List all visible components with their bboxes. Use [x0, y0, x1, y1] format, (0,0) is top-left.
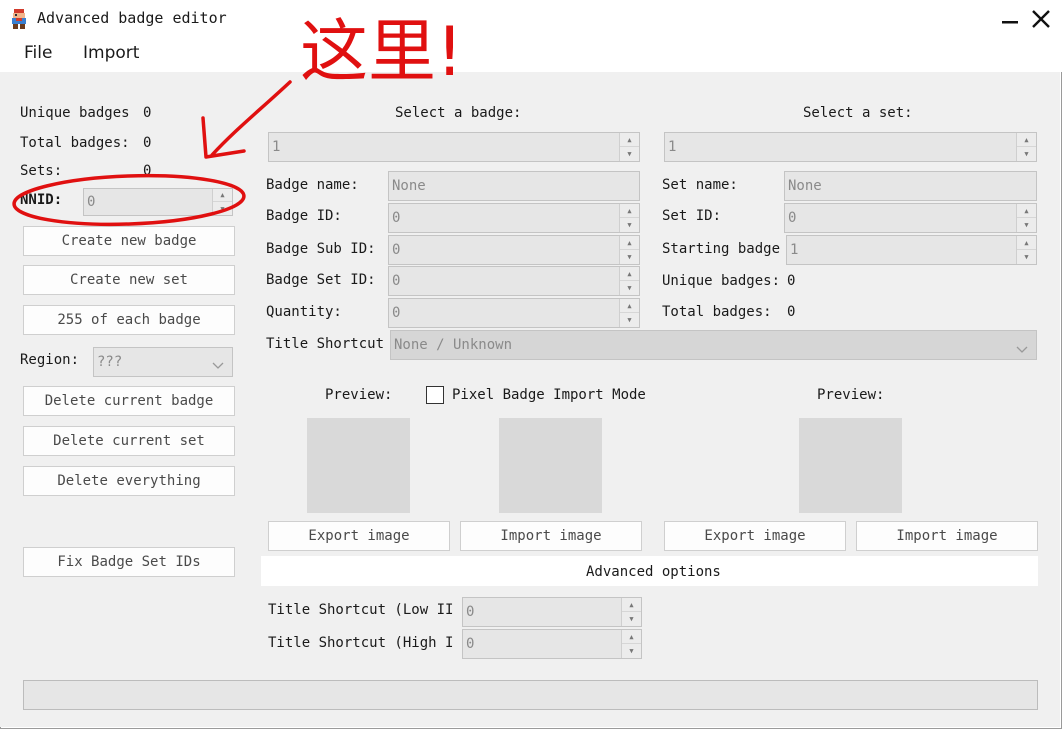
chevron-down-icon — [1016, 342, 1028, 353]
total-badges-label: Total badges: — [20, 135, 130, 151]
badge-sub-id-input[interactable]: 0 ▲ ▼ — [388, 235, 640, 265]
title-shortcut-high-value: 0 — [466, 636, 475, 652]
title-shortcut-high-input[interactable]: 0 ▲ ▼ — [462, 629, 642, 659]
sets-value: 0 — [143, 163, 152, 179]
set-import-button[interactable]: Import image — [856, 521, 1038, 551]
nnid-input[interactable]: 0 ▲ ▼ — [83, 188, 233, 216]
delete-all-button[interactable]: Delete everything — [23, 466, 235, 496]
quantity-spinner[interactable]: ▲ ▼ — [619, 299, 639, 327]
set-name-input[interactable]: None — [784, 171, 1037, 201]
badge-set-id-input[interactable]: 0 ▲ ▼ — [388, 266, 640, 296]
select-badge-spinner[interactable]: ▲ ▼ — [619, 133, 639, 161]
fix-ids-button[interactable]: Fix Badge Set IDs — [23, 547, 235, 577]
set-total-badges-label: Total badges: — [662, 304, 772, 320]
badge-name-input[interactable]: None — [388, 171, 640, 201]
title-shortcut-label: Title Shortcut — [266, 336, 385, 352]
unique-badges-value: 0 — [143, 105, 152, 121]
set-id-label: Set ID: — [662, 208, 722, 224]
unique-badges-label: Unique badges — [20, 105, 130, 121]
advanced-options-label: Advanced options — [586, 564, 721, 580]
menu-file[interactable]: File — [24, 43, 52, 63]
badge-export-button[interactable]: Export image — [268, 521, 450, 551]
set-unique-badges-value: 0 — [787, 273, 796, 289]
chevron-down-icon — [212, 358, 224, 369]
badge-id-value: 0 — [392, 210, 401, 226]
pixel-mode-label: Pixel Badge Import Mode — [452, 387, 646, 403]
select-set-value: 1 — [668, 139, 677, 155]
title-shortcut-low-label: Title Shortcut (Low II — [268, 602, 454, 618]
quantity-input[interactable]: 0 ▲ ▼ — [388, 298, 640, 328]
pixel-mode-checkbox[interactable] — [426, 386, 444, 404]
badge-preview-image — [307, 418, 410, 513]
close-icon[interactable] — [1030, 8, 1052, 30]
progress-bar — [23, 680, 1038, 710]
badge-sub-id-value: 0 — [392, 242, 401, 258]
set-id-spinner[interactable]: ▲ ▼ — [1016, 204, 1036, 232]
badge-set-id-spinner[interactable]: ▲ ▼ — [619, 267, 639, 295]
nnid-value: 0 — [87, 194, 96, 210]
minimize-icon[interactable] — [1000, 8, 1020, 28]
select-set-label: Select a set: — [803, 105, 913, 121]
title-shortcut-value: None / Unknown — [394, 337, 513, 353]
window-title: Advanced badge editor — [37, 9, 227, 27]
title-bar: Advanced badge editor — [0, 0, 1062, 36]
set-total-badges-value: 0 — [787, 304, 796, 320]
badge-id-spinner[interactable]: ▲ ▼ — [619, 204, 639, 232]
create-badge-button[interactable]: Create new badge — [23, 226, 235, 256]
title-shortcut-high-label: Title Shortcut (High I — [268, 635, 454, 651]
title-shortcut-low-input[interactable]: 0 ▲ ▼ — [462, 597, 642, 627]
sets-label: Sets: — [20, 163, 63, 179]
quantity-label: Quantity: — [266, 304, 342, 320]
badge-name-label: Badge name: — [266, 177, 359, 193]
quantity-value: 0 — [392, 305, 401, 321]
badge-name-value: None — [392, 178, 426, 194]
region-label: Region: — [20, 352, 80, 368]
badge-preview-image-2 — [499, 418, 602, 513]
set-preview-image — [799, 418, 902, 513]
select-badge-value: 1 — [272, 139, 281, 155]
badge-set-id-label: Badge Set ID: — [266, 272, 376, 288]
app-icon — [9, 8, 29, 30]
starting-badge-label: Starting badge — [662, 241, 781, 257]
set-export-button[interactable]: Export image — [664, 521, 846, 551]
title-shortcut-low-value: 0 — [466, 604, 475, 620]
badge-id-input[interactable]: 0 ▲ ▼ — [388, 203, 640, 233]
badge-sub-id-label: Badge Sub ID: — [266, 241, 376, 257]
set-id-input[interactable]: 0 ▲ ▼ — [784, 203, 1037, 233]
badge-sub-id-spinner[interactable]: ▲ ▼ — [619, 236, 639, 264]
badge-import-button[interactable]: Import image — [460, 521, 642, 551]
total-badges-value: 0 — [143, 135, 152, 151]
starting-badge-spinner[interactable]: ▲ ▼ — [1016, 236, 1036, 264]
starting-badge-input[interactable]: 1 ▲ ▼ — [786, 235, 1037, 265]
set-name-value: None — [788, 178, 822, 194]
starting-badge-value: 1 — [790, 242, 799, 258]
set-name-label: Set name: — [662, 177, 738, 193]
menu-import[interactable]: Import — [83, 43, 139, 63]
select-set-spinner[interactable]: ▲ ▼ — [1016, 133, 1036, 161]
create-set-button[interactable]: Create new set — [23, 265, 235, 295]
annotation-text: 这里! — [300, 13, 464, 92]
badge-id-label: Badge ID: — [266, 208, 342, 224]
region-select[interactable]: ??? — [93, 347, 233, 377]
select-badge-input[interactable]: 1 ▲ ▼ — [268, 132, 640, 162]
set-preview-label: Preview: — [817, 387, 885, 403]
set-unique-badges-label: Unique badges: — [662, 273, 781, 289]
nnid-spinner[interactable]: ▲ ▼ — [212, 189, 232, 215]
set-id-value: 0 — [788, 210, 797, 226]
delete-set-button[interactable]: Delete current set — [23, 426, 235, 456]
nnid-label: NNID: — [20, 192, 63, 208]
select-badge-label: Select a badge: — [395, 105, 522, 121]
menu-bar: File Import — [0, 36, 1062, 72]
delete-badge-button[interactable]: Delete current badge — [23, 386, 235, 416]
title-shortcut-low-spinner[interactable]: ▲ ▼ — [621, 598, 641, 626]
select-set-input[interactable]: 1 ▲ ▼ — [664, 132, 1037, 162]
title-shortcut-select[interactable]: None / Unknown — [390, 330, 1037, 360]
badge-preview-label: Preview: — [325, 387, 393, 403]
badge-set-id-value: 0 — [392, 273, 401, 289]
each-badge-button[interactable]: 255 of each badge — [23, 305, 235, 335]
region-value: ??? — [97, 354, 123, 370]
title-shortcut-high-spinner[interactable]: ▲ ▼ — [621, 630, 641, 658]
